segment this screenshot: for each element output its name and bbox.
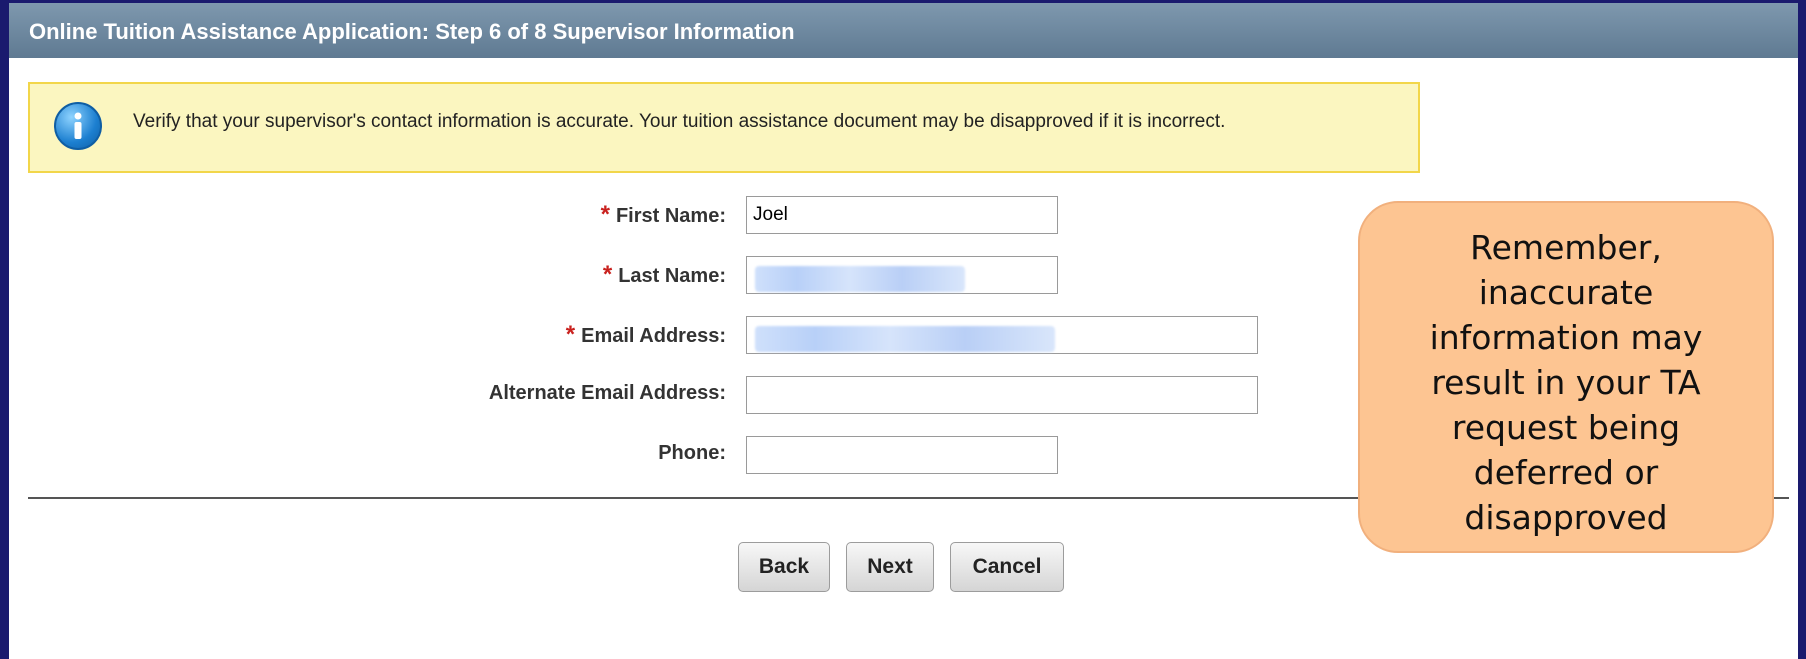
alt-email-label-text: Alternate Email Address:: [488, 382, 726, 404]
alt-email-field[interactable]: [746, 376, 1258, 414]
redacted-value: [755, 326, 1055, 352]
first-name-label-text: First Name:: [615, 205, 726, 227]
phone-label: Phone:: [658, 442, 726, 465]
required-marker: *: [565, 321, 576, 348]
email-label: * Email Address:: [566, 321, 726, 349]
first-name-field[interactable]: [746, 196, 1058, 234]
page-title: Online Tuition Assistance Application: S…: [9, 3, 1798, 58]
phone-field[interactable]: [746, 436, 1058, 474]
required-marker: *: [602, 261, 613, 288]
info-notice: Verify that your supervisor's contact in…: [28, 82, 1420, 173]
reminder-callout: Remember, inaccurate information may res…: [1358, 201, 1774, 553]
last-name-label-text: Last Name:: [618, 265, 726, 287]
back-button[interactable]: Back: [738, 542, 830, 592]
info-icon: [54, 102, 102, 150]
application-frame: Online Tuition Assistance Application: S…: [9, 3, 1798, 659]
last-name-label: * Last Name:: [603, 261, 726, 289]
first-name-label: * First Name:: [601, 201, 726, 229]
notice-text: Verify that your supervisor's contact in…: [133, 111, 1226, 132]
email-label-text: Email Address:: [581, 325, 726, 347]
next-button[interactable]: Next: [846, 542, 934, 592]
phone-label-text: Phone:: [658, 442, 726, 464]
cancel-button[interactable]: Cancel: [950, 542, 1064, 592]
required-marker: *: [600, 201, 610, 228]
redacted-value: [755, 266, 965, 292]
alt-email-label: Alternate Email Address:: [489, 382, 726, 405]
